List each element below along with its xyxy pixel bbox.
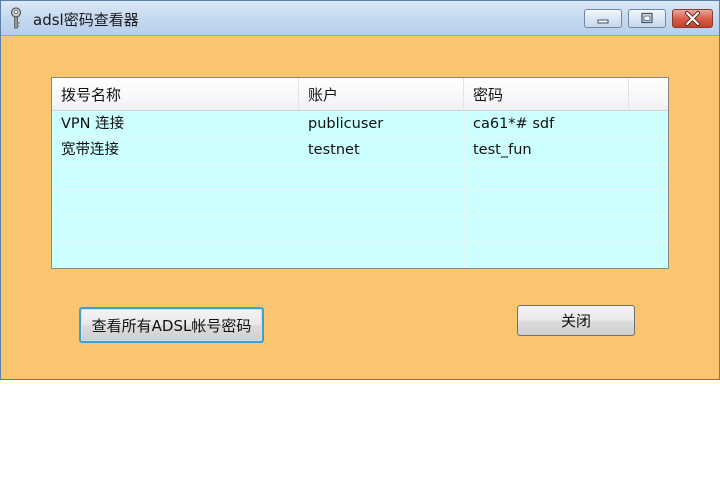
close-icon xyxy=(685,11,700,26)
table-row[interactable]: VPN 连接 publicuser ca61*# sdf xyxy=(52,111,668,137)
cell-password: test_fun xyxy=(473,142,532,158)
column-header-account[interactable]: 账户 xyxy=(299,78,464,110)
grid-line xyxy=(52,241,668,242)
maximize-icon xyxy=(641,12,653,24)
view-all-passwords-button[interactable]: 查看所有ADSL帐号密码 xyxy=(79,307,264,343)
list-header: 拨号名称 账户 密码 xyxy=(52,78,668,111)
grid-line xyxy=(52,189,668,190)
minimize-icon xyxy=(597,19,609,24)
cell-account: publicuser xyxy=(308,116,384,132)
table-row[interactable]: 宽带连接 testnet test_fun xyxy=(52,137,668,163)
account-list[interactable]: 拨号名称 账户 密码 VPN 连接 publicuser ca61*# sdf … xyxy=(51,77,669,269)
column-header-dial-name[interactable]: 拨号名称 xyxy=(52,78,299,110)
key-icon xyxy=(7,7,25,29)
minimize-button[interactable] xyxy=(584,9,622,28)
list-body: VPN 连接 publicuser ca61*# sdf 宽带连接 testne… xyxy=(52,111,668,268)
grid-line xyxy=(52,163,668,164)
cell-dial-name: VPN 连接 xyxy=(61,116,125,132)
title-bar[interactable]: adsl密码查看器 xyxy=(1,1,719,36)
maximize-button[interactable] xyxy=(628,9,666,28)
close-window-button[interactable] xyxy=(672,9,713,28)
app-window: adsl密码查看器 拨号名称 账户 密码 VPN 连接 publicuser c… xyxy=(0,0,720,380)
close-button[interactable]: 关闭 xyxy=(517,305,635,336)
column-header-filler xyxy=(629,78,668,110)
cell-account: testnet xyxy=(308,142,360,158)
window-title: adsl密码查看器 xyxy=(33,11,139,29)
grid-line xyxy=(52,215,668,216)
cell-dial-name: 宽带连接 xyxy=(61,142,119,158)
cell-password: ca61*# sdf xyxy=(473,116,555,132)
column-header-password[interactable]: 密码 xyxy=(464,78,629,110)
